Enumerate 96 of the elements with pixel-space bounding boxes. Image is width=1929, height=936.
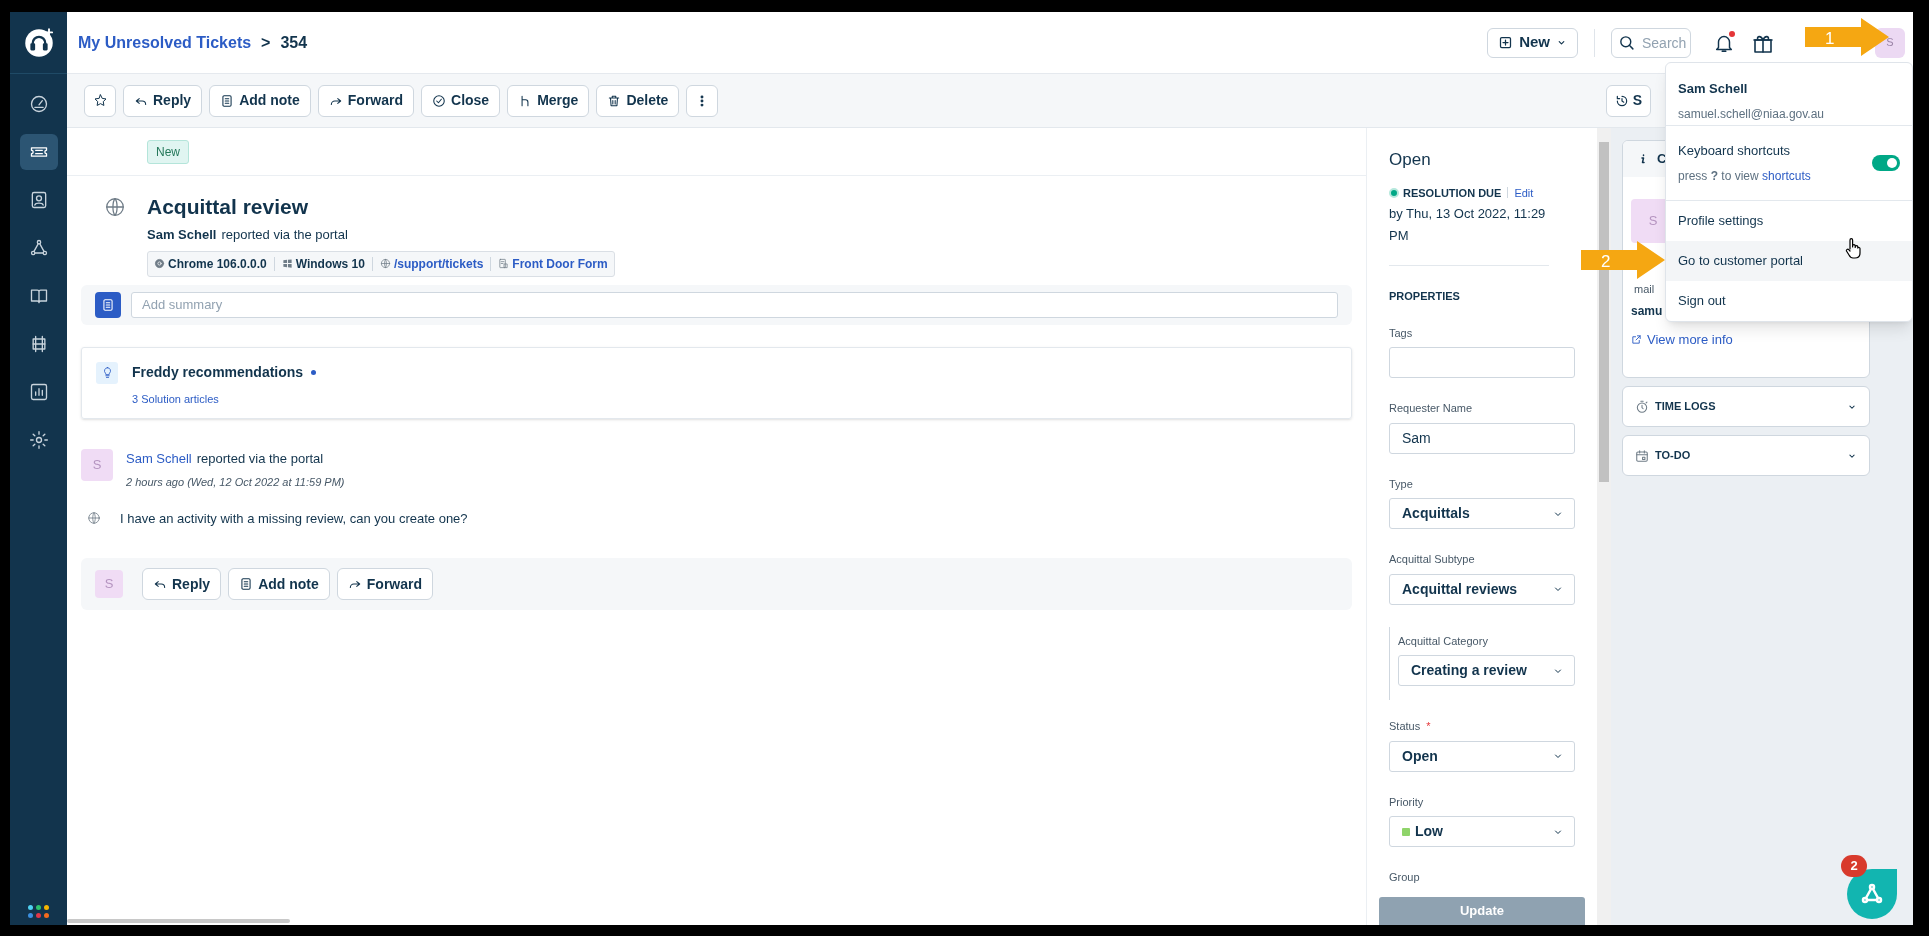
shortcuts-link[interactable]: shortcuts	[1762, 168, 1811, 183]
text-field[interactable]	[1389, 347, 1575, 378]
settings-icon	[28, 430, 49, 450]
search-field[interactable]: Search	[1611, 27, 1691, 58]
field-label: Requester Name	[1389, 401, 1473, 416]
email-text: samu	[1631, 302, 1663, 320]
field-label: Acquittal Subtype	[1389, 552, 1475, 567]
history-icon	[1614, 93, 1629, 108]
reported-via-text: reported via the portal	[221, 226, 348, 244]
bar-chart-icon	[28, 382, 49, 402]
dropdown-field[interactable]: Low	[1389, 816, 1575, 847]
reply-button[interactable]: Reply	[142, 568, 222, 600]
globe-icon	[104, 196, 126, 218]
external-link-icon	[1631, 333, 1642, 345]
new-button[interactable]: New	[1487, 27, 1578, 58]
collapsible-section[interactable]: TO-DO	[1622, 435, 1870, 476]
calendar-icon	[1635, 448, 1649, 463]
plus-icon	[1498, 35, 1514, 50]
check-circle-icon	[432, 93, 446, 108]
note-icon	[220, 93, 235, 108]
notifications-button[interactable]	[1713, 30, 1735, 55]
meta-link[interactable]: Front Door Form	[498, 254, 608, 273]
due-date: by Thu, 13 Oct 2022, 11:29 PM	[1389, 203, 1549, 266]
form-icon	[498, 258, 510, 269]
reply-button[interactable]: Reply	[123, 84, 203, 117]
trash-icon	[607, 93, 622, 108]
message-text: I have an activity with a missing review, can you create one?	[120, 509, 468, 528]
field-label: Type	[1389, 476, 1413, 492]
timestamp: 2 hours ago (Wed, 12 Oct 2022 at 11:59 PM)	[126, 475, 345, 490]
due-label: RESOLUTION DUE	[1403, 185, 1502, 201]
reported-via-text: reported via the portal	[196, 449, 324, 468]
globe-icon	[379, 258, 391, 269]
search-icon	[1618, 33, 1635, 51]
field-label: Acquittal Category	[1398, 633, 1488, 649]
close-button[interactable]: Close	[421, 84, 501, 117]
meta-label: Chrome 106.0.0.0	[154, 254, 267, 273]
windows-logo-icon	[281, 258, 293, 269]
field-label: Tags	[1389, 325, 1413, 341]
dropdown-field[interactable]: Acquittals	[1389, 498, 1575, 529]
add-note-button[interactable]: Add note	[228, 568, 330, 600]
hand-cursor-icon	[1845, 237, 1861, 259]
note-icon	[239, 577, 254, 591]
menu-item[interactable]: Sign out	[1666, 281, 1912, 321]
section-heading: PROPERTIES	[1389, 289, 1461, 304]
required-asterisk: *	[1426, 719, 1431, 734]
dropdown-field[interactable]: Acquittal reviews	[1389, 573, 1575, 605]
menu-label: Keyboard shortcuts	[1678, 142, 1791, 161]
status-badge: New	[147, 139, 189, 164]
toggle-switch[interactable]	[1872, 155, 1900, 171]
headset-logo-icon	[23, 27, 54, 58]
breadcrumb-separator: >	[261, 32, 271, 53]
user-name: Sam Schell	[1678, 80, 1749, 98]
activities-button[interactable]: S	[1605, 84, 1651, 117]
star-icon	[92, 93, 108, 108]
meta-label: Windows 10	[281, 254, 365, 273]
menu-item[interactable]: Go to customer portal	[1666, 241, 1912, 281]
forward-button[interactable]: Forward	[336, 568, 433, 600]
step-number: 2	[1601, 251, 1611, 273]
stopwatch-icon	[1635, 399, 1649, 414]
nav-button[interactable]	[19, 134, 58, 170]
status-heading: Open	[1389, 149, 1432, 171]
solution-articles-link[interactable]: 3 Solution articles	[132, 390, 317, 407]
view-more-info-link[interactable]: View more info	[1631, 329, 1869, 349]
summary-field[interactable]: Add summary	[131, 291, 1338, 318]
edit-link[interactable]: Edit	[1514, 184, 1534, 201]
breadcrumb-link[interactable]: My Unresolved Tickets	[78, 30, 252, 55]
browser-icon	[154, 258, 165, 269]
ticket-number: 354	[280, 32, 308, 53]
gauge-icon	[28, 94, 49, 114]
author-link[interactable]: Sam Schell	[126, 448, 192, 468]
ticket-title: Acquittal review	[147, 194, 310, 220]
forward-button[interactable]: Forward	[317, 84, 414, 117]
field-label: mail	[1633, 282, 1655, 297]
dropdown-field[interactable]: Creating a review	[1398, 655, 1575, 686]
favorite-button[interactable]	[84, 84, 116, 117]
user-avatar: S	[81, 448, 113, 481]
note-icon	[101, 297, 115, 312]
collapsible-section[interactable]: TIME LOGS	[1622, 386, 1870, 427]
hint-text: press ? to view	[1678, 168, 1759, 183]
card-title: Freddy recommendations	[132, 362, 304, 382]
add-note-button[interactable]: Add note	[209, 84, 311, 117]
globe-icon	[87, 511, 101, 526]
field-label: Priority	[1389, 794, 1424, 810]
network-icon	[28, 238, 49, 258]
merge-button[interactable]: Merge	[507, 84, 590, 117]
triangle-nodes-icon	[1860, 882, 1884, 906]
delete-button[interactable]: Delete	[596, 84, 680, 117]
text-field[interactable]: Sam	[1389, 422, 1575, 454]
dropdown-field[interactable]: Open	[1389, 740, 1575, 772]
step-number: 1	[1825, 28, 1835, 50]
user-email: samuel.schell@niaa.gov.au	[1678, 105, 1826, 123]
field-label: Group	[1389, 870, 1420, 885]
field-label: Status	[1389, 719, 1421, 734]
user-avatar: S	[95, 570, 123, 598]
meta-link[interactable]: /support/tickets	[379, 254, 484, 273]
reporter-name: Sam Schell	[147, 226, 217, 244]
